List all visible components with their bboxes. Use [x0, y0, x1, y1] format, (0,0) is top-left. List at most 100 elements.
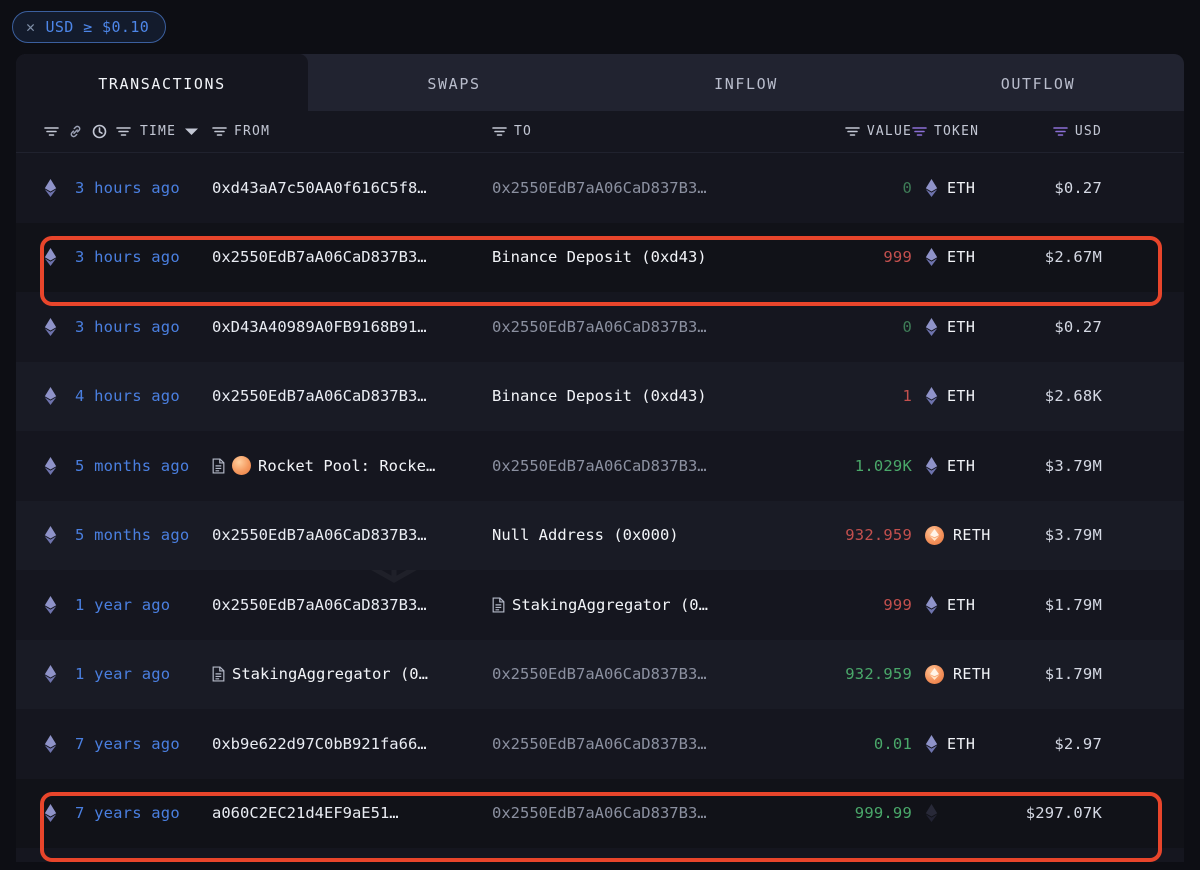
row-to[interactable]: 0x2550EdB7aA06CaD837B3…	[492, 318, 792, 336]
column-chain[interactable]: TIME	[16, 124, 212, 139]
row-time: 3 hours ago	[75, 317, 180, 336]
tab-transactions[interactable]: TRANSACTIONS	[16, 54, 308, 111]
ethereum-icon	[44, 317, 57, 336]
row-chain-and-time: 1 year ago	[16, 595, 212, 614]
row-time: 1 year ago	[75, 665, 171, 684]
column-from-label: FROM	[234, 124, 271, 139]
chevron-down-icon[interactable]	[185, 127, 199, 136]
table-row[interactable]: 5 months ago 0x2550EdB7aA06CaD837B3… Null …	[16, 500, 1184, 570]
row-token: RETH	[912, 525, 1016, 545]
row-from[interactable]: 0xb9e622d97C0bB921fa66…	[212, 735, 492, 753]
row-value: 0	[902, 178, 912, 197]
ethereum-icon	[44, 595, 57, 614]
column-to[interactable]: TO	[492, 124, 792, 139]
row-to[interactable]: Binance Deposit (0xd43)	[492, 387, 792, 405]
tab-outflow-label: OUTFLOW	[1000, 74, 1076, 93]
row-token-symbol: RETH	[953, 665, 991, 684]
ethereum-icon	[44, 804, 57, 823]
transactions-panel: TRANSACTIONS SWAPS INFLOW OUTFLOW TIME F…	[16, 54, 1184, 862]
row-value: 1	[902, 387, 912, 406]
row-usd: $2.68K	[1044, 387, 1102, 406]
row-value: 1.029K	[854, 456, 912, 475]
row-to[interactable]: Binance Deposit (0xd43)	[492, 248, 792, 266]
close-icon[interactable]: ✕	[26, 19, 35, 35]
tab-inflow[interactable]: INFLOW	[600, 54, 892, 111]
row-to[interactable]: StakingAggregator (0…	[492, 596, 792, 614]
filter-icon[interactable]	[845, 125, 860, 138]
row-value: 999.99	[854, 804, 912, 823]
ethereum-icon	[925, 178, 938, 197]
row-usd: $3.79M	[1044, 456, 1102, 475]
row-to-text: 0x2550EdB7aA06CaD837B3…	[492, 734, 707, 753]
ethereum-icon	[44, 317, 57, 336]
table-row[interactable]: 1 year ago StakingAggregator (0… 0x2550EdB…	[16, 639, 1184, 709]
table-row[interactable]: 7 years ago 0xb9e622d97C0bB921fa66… 0x2550…	[16, 709, 1184, 779]
row-token: ETH	[912, 317, 1016, 336]
row-to[interactable]: Null Address (0x000)	[492, 526, 792, 544]
table-row[interactable]: 5 months ago Rocket Pool: Rocke… 0x2550EdB…	[16, 431, 1184, 501]
clock-icon[interactable]	[92, 124, 107, 139]
row-token-symbol: ETH	[947, 456, 976, 475]
row-from[interactable]: Rocket Pool: Rocke…	[212, 456, 492, 476]
row-from[interactable]: 0xD43A40989A0FB9168B91…	[212, 318, 492, 336]
row-to[interactable]: 0x2550EdB7aA06CaD837B3…	[492, 457, 792, 475]
ethereum-icon	[44, 526, 57, 545]
row-time: 7 years ago	[75, 804, 180, 823]
row-to[interactable]: 0x2550EdB7aA06CaD837B3…	[492, 665, 792, 683]
row-chain-and-time: 3 hours ago	[16, 317, 212, 336]
row-from[interactable]: 0x2550EdB7aA06CaD837B3…	[212, 248, 492, 266]
table-row[interactable]: 3 hours ago 0xD43A40989A0FB9168B91… 0x2550…	[16, 292, 1184, 362]
ethereum-icon	[44, 387, 57, 406]
row-chain-and-time: 3 hours ago	[16, 248, 212, 267]
row-value: 932.959	[845, 665, 912, 684]
table-row[interactable]: 3 hours ago 0xd43aA7c50AA0f616C5f8… 0x2550…	[16, 153, 1184, 223]
column-value[interactable]: VALUE	[792, 124, 912, 139]
table-row[interactable]: 3 hours ago 0x2550EdB7aA06CaD837B3… Binanc…	[16, 222, 1184, 292]
filter-icon[interactable]	[44, 125, 59, 138]
table-row[interactable]: 1 year ago 0x2550EdB7aA06CaD837B3… Staking…	[16, 570, 1184, 640]
row-to[interactable]: 0x2550EdB7aA06CaD837B3…	[492, 804, 792, 822]
row-to-text: StakingAggregator (0…	[512, 595, 708, 614]
row-from[interactable]: a060C2EC21d4EF9aE51…	[212, 804, 492, 822]
row-from[interactable]: StakingAggregator (0…	[212, 665, 492, 683]
row-to-text: Binance Deposit (0xd43)	[492, 248, 707, 267]
row-from[interactable]: 0x2550EdB7aA06CaD837B3…	[212, 387, 492, 405]
tab-inflow-label: INFLOW	[714, 74, 778, 93]
filter-icon[interactable]	[492, 125, 507, 138]
row-from[interactable]: 0x2550EdB7aA06CaD837B3…	[212, 526, 492, 544]
column-token-label: TOKEN	[934, 124, 980, 139]
row-from[interactable]: 0xd43aA7c50AA0f616C5f8…	[212, 179, 492, 197]
filter-icon[interactable]	[1053, 125, 1068, 138]
filter-icon[interactable]	[912, 125, 927, 138]
tab-swaps[interactable]: SWAPS	[308, 54, 600, 111]
filter-icon[interactable]	[212, 125, 227, 138]
row-to-text: 0x2550EdB7aA06CaD837B3…	[492, 178, 707, 197]
filter-icon[interactable]	[116, 125, 131, 138]
row-value: 0.01	[873, 734, 912, 753]
row-token: RETH	[912, 664, 1016, 684]
row-to-text: 0x2550EdB7aA06CaD837B3…	[492, 804, 707, 823]
row-from-text: 0xd43aA7c50AA0f616C5f8…	[212, 178, 427, 197]
row-from[interactable]: 0x2550EdB7aA06CaD837B3…	[212, 596, 492, 614]
table-row[interactable]: 7 years ago a060C2EC21d4EF9aE51… 0x2550EdB…	[16, 778, 1184, 848]
column-from[interactable]: FROM	[212, 124, 492, 139]
link-icon[interactable]	[68, 124, 83, 139]
row-to[interactable]: 0x2550EdB7aA06CaD837B3…	[492, 179, 792, 197]
row-token: ETH	[912, 456, 1016, 475]
ethereum-icon	[925, 248, 938, 267]
usd-filter-chip[interactable]: ✕ USD ≥ $0.10	[12, 11, 167, 43]
transactions-table: 3 hours ago 0xd43aA7c50AA0f616C5f8… 0x2550…	[16, 153, 1184, 848]
row-token: ETH	[912, 595, 1016, 614]
tab-outflow[interactable]: OUTFLOW	[892, 54, 1184, 111]
row-to-text: Null Address (0x000)	[492, 526, 679, 545]
row-value: 932.959	[845, 526, 912, 545]
row-usd: $2.97	[1054, 734, 1102, 753]
contract-icon	[492, 597, 505, 613]
ethereum-icon	[925, 595, 938, 614]
column-usd[interactable]: USD	[1016, 124, 1124, 139]
row-token-symbol: ETH	[947, 387, 976, 406]
row-to[interactable]: 0x2550EdB7aA06CaD837B3…	[492, 735, 792, 753]
column-token[interactable]: TOKEN	[912, 124, 1016, 139]
table-row[interactable]: 4 hours ago 0x2550EdB7aA06CaD837B3… Binanc…	[16, 361, 1184, 431]
row-time: 7 years ago	[75, 734, 180, 753]
